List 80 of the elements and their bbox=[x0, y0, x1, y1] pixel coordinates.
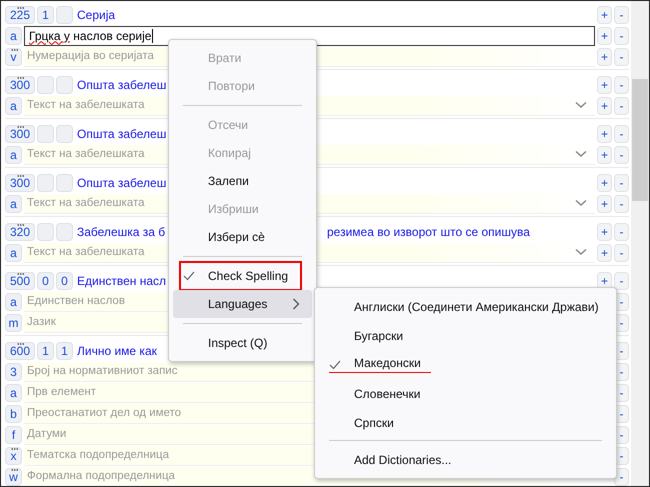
field-tag: 300 bbox=[5, 174, 35, 192]
input-field[interactable]: Грцка у наслов серије bbox=[24, 26, 595, 46]
add-button[interactable]: + bbox=[597, 48, 612, 66]
subfield-code: v bbox=[5, 48, 22, 66]
add-button[interactable]: + bbox=[597, 222, 612, 240]
field-title: резимеа во изворот што се опишува bbox=[327, 224, 530, 238]
add-button[interactable]: + bbox=[597, 96, 612, 114]
chevron-down-icon[interactable] bbox=[575, 150, 587, 158]
indicator[interactable] bbox=[56, 76, 73, 94]
field-tag: 225 bbox=[5, 6, 35, 24]
menu-item[interactable]: Languages bbox=[173, 290, 312, 318]
subfield-code: a bbox=[5, 146, 22, 164]
add-button[interactable]: + bbox=[597, 244, 612, 262]
add-button[interactable]: + bbox=[597, 194, 612, 212]
subfield-code: m bbox=[5, 314, 22, 332]
field-title: Општа забелеш bbox=[77, 176, 166, 190]
indicator[interactable] bbox=[37, 222, 54, 240]
indicator[interactable] bbox=[37, 124, 54, 142]
remove-button[interactable]: - bbox=[614, 244, 629, 262]
field-tag: 320 bbox=[5, 222, 35, 240]
remove-button[interactable]: - bbox=[614, 146, 629, 164]
field-tag: 300 bbox=[5, 76, 35, 94]
scrollbar[interactable] bbox=[631, 1, 649, 486]
indicator[interactable]: 1 bbox=[37, 342, 54, 360]
field-title: Општа забелеш bbox=[77, 126, 166, 140]
remove-button[interactable]: - bbox=[614, 48, 629, 66]
subfield-code: 3 bbox=[5, 362, 22, 380]
indicator[interactable] bbox=[56, 174, 73, 192]
menu-item[interactable]: Избери сѐ bbox=[173, 223, 312, 251]
subfield-code: a bbox=[5, 26, 22, 44]
subfield-code: f bbox=[5, 426, 22, 444]
field-title: Забелешка за б bbox=[77, 224, 166, 238]
subfield-code: a bbox=[5, 384, 22, 402]
remove-button[interactable]: - bbox=[614, 76, 629, 94]
indicator[interactable] bbox=[56, 124, 73, 142]
menu-item[interactable]: Англиски (Соединети Американски Држави) bbox=[319, 292, 612, 321]
subfield-code: x bbox=[5, 446, 22, 464]
remove-button[interactable]: - bbox=[614, 6, 629, 24]
field-title: Серија bbox=[77, 8, 116, 22]
add-button[interactable]: + bbox=[597, 146, 612, 164]
chevron-down-icon[interactable] bbox=[575, 101, 587, 109]
add-button[interactable]: + bbox=[597, 124, 612, 142]
remove-button[interactable]: - bbox=[614, 272, 629, 290]
field-tag: 600 bbox=[5, 342, 35, 360]
add-button[interactable]: + bbox=[597, 26, 612, 44]
indicator[interactable] bbox=[56, 222, 73, 240]
field-title: Лично име как bbox=[77, 344, 157, 358]
indicator[interactable] bbox=[37, 76, 54, 94]
remove-button[interactable]: - bbox=[614, 124, 629, 142]
field-title: Општа забелеш bbox=[77, 78, 166, 92]
field-tag: 300 bbox=[5, 124, 35, 142]
indicator[interactable]: 1 bbox=[56, 342, 73, 360]
chevron-down-icon[interactable] bbox=[575, 248, 587, 256]
subfield-code: w bbox=[5, 468, 22, 486]
indicator[interactable]: 0 bbox=[37, 272, 54, 290]
menu-item[interactable]: Check Spelling bbox=[173, 262, 312, 290]
subfield-code: b bbox=[5, 404, 22, 422]
chevron-right-icon bbox=[292, 298, 300, 310]
subfield-code: a bbox=[5, 194, 22, 212]
remove-button[interactable]: - bbox=[614, 222, 629, 240]
remove-button[interactable]: - bbox=[614, 96, 629, 114]
subfield-code: a bbox=[5, 292, 22, 310]
indicator[interactable]: 0 bbox=[56, 272, 73, 290]
field-title: Единствен насл bbox=[77, 274, 166, 288]
add-button[interactable]: + bbox=[597, 6, 612, 24]
indicator[interactable] bbox=[56, 6, 73, 24]
menu-item[interactable]: Залепи bbox=[173, 167, 312, 195]
field-tag: 500 bbox=[5, 272, 35, 290]
indicator[interactable] bbox=[37, 174, 54, 192]
add-button[interactable]: + bbox=[597, 76, 612, 94]
add-button[interactable]: + bbox=[597, 174, 612, 192]
subfield-code: a bbox=[5, 96, 22, 114]
menu-item[interactable]: Inspect (Q) bbox=[173, 329, 312, 357]
remove-button[interactable]: - bbox=[614, 26, 629, 44]
remove-button[interactable]: - bbox=[614, 194, 629, 212]
remove-button[interactable]: - bbox=[614, 174, 629, 192]
indicator[interactable]: 1 bbox=[37, 6, 54, 24]
menu-item[interactable]: Бугарски bbox=[319, 321, 612, 350]
chevron-down-icon[interactable] bbox=[575, 199, 587, 207]
subfield-code: a bbox=[5, 244, 22, 262]
